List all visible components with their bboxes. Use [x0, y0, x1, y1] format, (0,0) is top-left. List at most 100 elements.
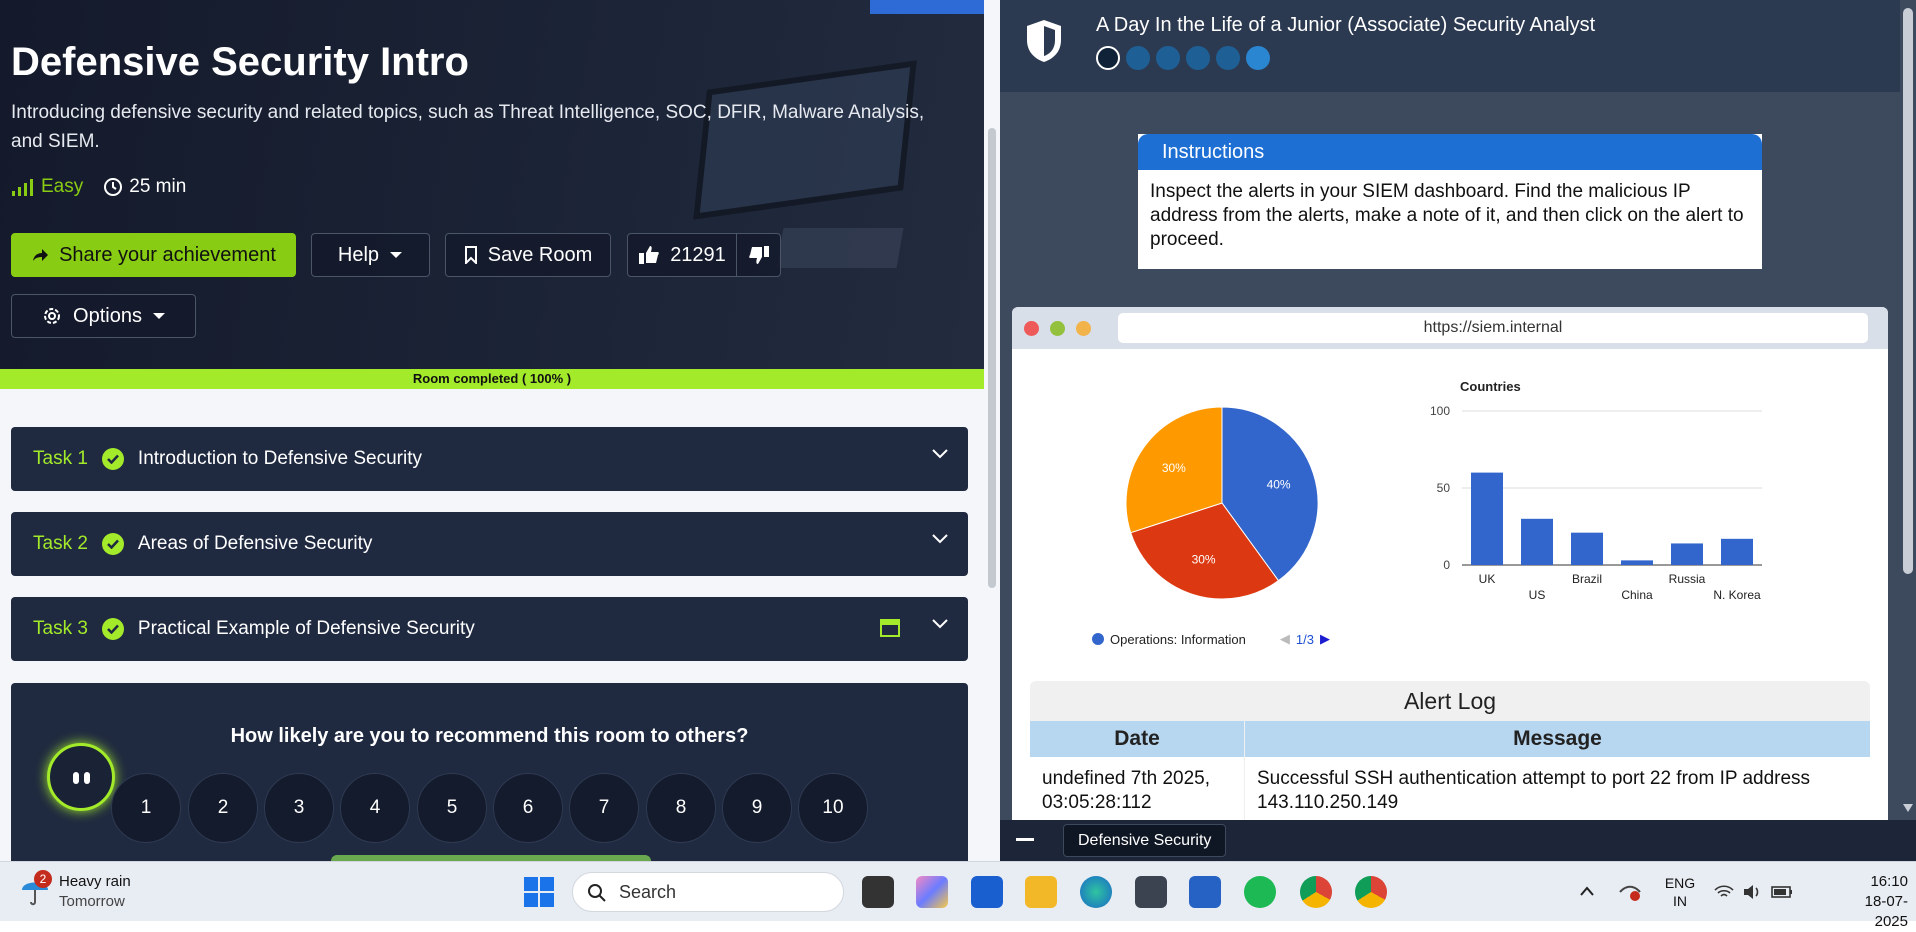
network-error-icon[interactable] [1618, 882, 1642, 902]
dislike-button[interactable] [736, 233, 781, 277]
maximize-dot [1076, 321, 1091, 336]
duration-label: 25 min [129, 176, 187, 197]
room-hero: Defensive Security Intro Introducing def… [0, 0, 984, 369]
task-view-icon[interactable] [862, 876, 894, 908]
file-explorer-icon[interactable] [1025, 876, 1057, 908]
options-button[interactable]: Options [11, 294, 196, 338]
rating-8[interactable]: 8 [646, 773, 716, 843]
room-progress-bar: Room completed ( 100% ) [0, 369, 984, 389]
help-button[interactable]: Help [311, 233, 430, 277]
bar-n-korea [1721, 538, 1753, 565]
right-scroll-thumb[interactable] [1903, 8, 1913, 574]
clock-icon [104, 178, 123, 196]
step-dot-1 [1096, 46, 1120, 70]
clock-date: 18-07-2025 [1864, 893, 1908, 930]
rating-9[interactable]: 9 [722, 773, 792, 843]
pie-label-3: 30% [1162, 461, 1186, 475]
taskbar-search[interactable]: Search [572, 872, 844, 912]
rating-10[interactable]: 10 [798, 773, 868, 843]
static-site-icon[interactable] [880, 619, 900, 637]
search-label: Search [619, 882, 677, 902]
task-title: Areas of Defensive Security [137, 533, 373, 554]
chrome-icon[interactable] [1300, 876, 1332, 908]
difficulty-label: Easy [41, 176, 84, 197]
store-icon[interactable] [1189, 876, 1221, 908]
check-icon [101, 448, 124, 470]
task-3[interactable]: Task 3 Practical Example of Defensive Se… [11, 597, 968, 661]
rating-6[interactable]: 6 [493, 773, 563, 843]
room-meta: Easy 25 min [11, 176, 186, 198]
windows-start-icon[interactable] [524, 877, 554, 907]
rating-4[interactable]: 4 [340, 773, 410, 843]
right-scrollbar[interactable] [1900, 0, 1916, 820]
minimize-icon[interactable] [1016, 838, 1034, 841]
alert-date[interactable]: undefined 7th 2025, 03:05:28:112 [1030, 757, 1244, 825]
task-number: Task 1 [33, 448, 88, 469]
app-icon[interactable] [971, 876, 1003, 908]
bar-chart[interactable]: Countries 0 50 100 UK US Brazil China Russia N. K… [1412, 363, 1812, 603]
x-tick-label: US [1529, 588, 1546, 602]
x-tick-label: Russia [1669, 572, 1706, 586]
prev-arrow-icon[interactable]: ◀ [1280, 631, 1290, 647]
umbrella-icon[interactable]: 2 [20, 870, 52, 913]
y-tick-50: 50 [1437, 481, 1451, 495]
panel-title: A Day In the Life of a Junior (Associate… [1096, 14, 1596, 36]
task-2[interactable]: Task 2 Areas of Defensive Security [11, 512, 968, 576]
step-dot-3 [1156, 46, 1180, 70]
left-scrollbar[interactable] [984, 0, 1000, 861]
panel-tab[interactable]: Defensive Security [1063, 824, 1227, 857]
chevron-up-icon[interactable] [1580, 886, 1594, 896]
legend-dot [1092, 633, 1104, 645]
search-icon [588, 884, 606, 902]
share-achievement-button[interactable]: Share your achievement [11, 233, 296, 277]
chrome-profile-icon[interactable] [1355, 876, 1387, 908]
pie-legend: Operations: Information ◀ 1/3 ▶ [1092, 631, 1330, 647]
chevron-down-icon[interactable] [932, 534, 948, 544]
edge-icon[interactable] [1080, 876, 1112, 908]
task-title: Introduction to Defensive Security [137, 448, 423, 469]
left-scroll-thumb[interactable] [988, 128, 996, 588]
lang-primary: ENG [1664, 875, 1696, 891]
siem-browser-window: https://siem.internal 40% 30% 30% Operatio… [1012, 307, 1888, 861]
volume-icon[interactable] [1742, 883, 1762, 901]
hero-deco-bar [870, 0, 984, 14]
rating-2[interactable]: 2 [188, 773, 258, 843]
minimize-dot [1050, 321, 1065, 336]
battery-icon[interactable] [1770, 883, 1794, 901]
scroll-down-arrow-icon[interactable] [1903, 804, 1913, 812]
chevron-down-icon[interactable] [932, 619, 948, 629]
rating-1[interactable]: 1 [111, 773, 181, 843]
save-room-button[interactable]: Save Room [445, 233, 611, 277]
wifi-icon[interactable] [1714, 884, 1734, 900]
like-button[interactable]: 21291 [627, 233, 737, 277]
alert-log-title: Alert Log [1403, 688, 1497, 714]
language-indicator[interactable]: ENG IN [1662, 874, 1698, 910]
copilot-icon[interactable] [916, 876, 948, 908]
save-room-label: Save Room [487, 243, 593, 266]
like-count: 21291 [670, 243, 726, 266]
pie-legend-label: Operations: Information [1110, 631, 1246, 647]
chevron-down-icon[interactable] [932, 449, 948, 459]
rating-3[interactable]: 3 [264, 773, 334, 843]
task-1[interactable]: Task 1 Introduction to Defensive Securit… [11, 427, 968, 491]
x-tick-label: N. Korea [1713, 588, 1761, 602]
col-message: Message [1245, 721, 1870, 757]
rating-5[interactable]: 5 [417, 773, 487, 843]
room-description: Introducing defensive security and relat… [11, 102, 925, 152]
system-clock[interactable]: 16:10 18-07-2025 [1838, 872, 1908, 932]
rating-7[interactable]: 7 [569, 773, 639, 843]
app-icon-dark[interactable] [1135, 876, 1167, 908]
spotify-icon[interactable] [1244, 876, 1276, 908]
bar-chart-title: Countries [1460, 379, 1521, 394]
share-arrow-icon [33, 249, 49, 261]
x-tick-label: Brazil [1572, 572, 1602, 586]
difficulty: Easy [11, 176, 83, 198]
bookmark-icon [464, 246, 477, 264]
next-arrow-icon[interactable]: ▶ [1320, 631, 1330, 647]
url-bar[interactable]: https://siem.internal [1118, 313, 1868, 343]
room-title: Defensive Security Intro [11, 40, 469, 84]
alert-message[interactable]: Successful SSH authentication attempt to… [1245, 757, 1870, 825]
col-date: Date [1030, 721, 1244, 757]
pie-chart[interactable]: 40% 30% 30% [1072, 395, 1372, 635]
step-dot-2 [1126, 46, 1150, 70]
